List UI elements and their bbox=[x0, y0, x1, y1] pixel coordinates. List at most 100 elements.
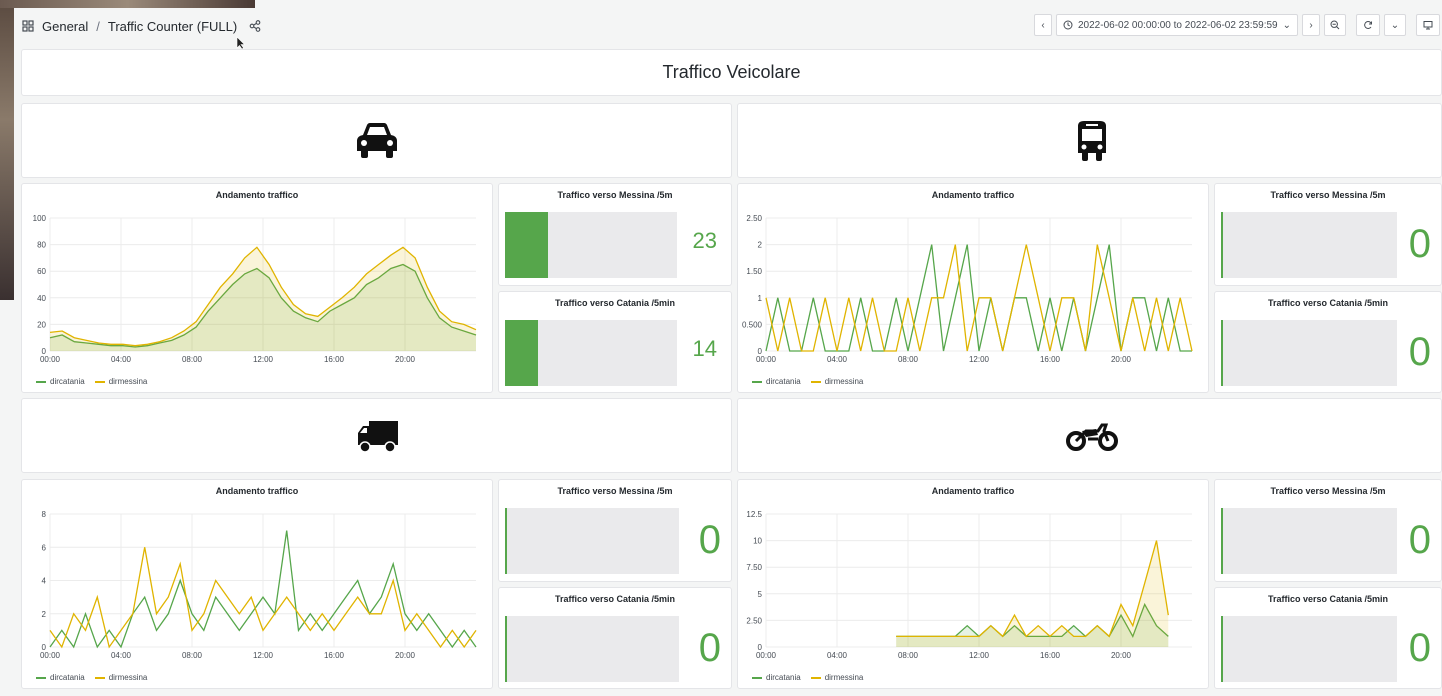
share-icon[interactable] bbox=[249, 20, 261, 32]
car-chart-panel: Andamento traffico 0 20 40 60 80 100 00:00 04:0… bbox=[21, 183, 493, 393]
mouse-cursor-icon bbox=[236, 36, 246, 50]
bus-icon-panel bbox=[737, 103, 1442, 178]
car-icon bbox=[357, 123, 397, 158]
y-tick-label: 20 bbox=[37, 320, 46, 329]
y-tick-label: 10 bbox=[753, 537, 762, 546]
car-icon-panel bbox=[21, 103, 732, 178]
background-photo-edge bbox=[0, 0, 14, 300]
stat-value: 0 bbox=[698, 518, 721, 562]
stat-value: 0 bbox=[698, 626, 721, 670]
x-tick-label: 12:00 bbox=[969, 651, 990, 660]
stat-panel-moto-messina: Traffico verso Messina /5m 0 bbox=[1214, 479, 1442, 582]
x-tick-label: 16:00 bbox=[1040, 355, 1061, 364]
time-range-picker[interactable]: 2022-06-02 00:00:00 to 2022-06-02 23:59:… bbox=[1056, 14, 1298, 36]
car-traffic-chart[interactable]: 02040608010000:00 04:00 08:00 12:00 16:00 20:… bbox=[22, 206, 494, 366]
legend-item-dirmessina[interactable]: dirmessina bbox=[810, 673, 863, 682]
stat-gauge bbox=[1221, 616, 1397, 682]
chart-title: Andamento traffico bbox=[931, 486, 1015, 496]
x-tick-label: 00:00 bbox=[40, 355, 61, 364]
motorcycle-icon bbox=[1066, 423, 1118, 451]
zoom-out-button[interactable] bbox=[1324, 14, 1346, 36]
series-area-dirmessina bbox=[50, 247, 476, 351]
time-back-button[interactable]: ‹ bbox=[1034, 14, 1052, 36]
y-tick-label: 80 bbox=[37, 241, 46, 250]
x-tick-label: 00:00 bbox=[756, 651, 777, 660]
chart-title: Andamento traffico bbox=[931, 190, 1015, 200]
page-title: Traffico Veicolare bbox=[662, 62, 801, 82]
y-tick-label: 2 bbox=[758, 241, 763, 250]
time-forward-button[interactable]: › bbox=[1302, 14, 1320, 36]
stat-panel-car-messina: Traffico verso Messina /5m 23 bbox=[498, 183, 732, 286]
x-tick-label: 20:00 bbox=[1111, 355, 1132, 364]
bus-traffic-chart[interactable]: 00.50011.5022.5000:00 04:00 08:00 12:00 16:0… bbox=[738, 206, 1210, 366]
stat-gauge bbox=[505, 616, 679, 682]
stat-gauge-fill bbox=[505, 320, 538, 386]
tv-mode-button[interactable] bbox=[1416, 14, 1440, 36]
stat-value: 0 bbox=[1408, 330, 1431, 374]
y-tick-label: 60 bbox=[37, 267, 46, 276]
y-tick-label: 40 bbox=[37, 294, 46, 303]
breadcrumb: General / Traffic Counter (FULL) bbox=[42, 19, 237, 34]
x-tick-label: 20:00 bbox=[395, 355, 416, 364]
stat-gauge bbox=[505, 320, 677, 386]
stat-panel-bus-catania: Traffico verso Catania /5min 0 bbox=[1214, 291, 1442, 393]
y-tick-label: 6 bbox=[42, 543, 47, 552]
stat-title: Traffico verso Catania /5min bbox=[554, 594, 676, 604]
stat-gauge bbox=[505, 508, 679, 574]
monitor-icon bbox=[1423, 21, 1433, 30]
stat-title: Traffico verso Messina /5m bbox=[557, 486, 673, 496]
legend-item-dirmessina[interactable]: dirmessina bbox=[810, 377, 863, 386]
y-tick-label: 0.500 bbox=[742, 320, 763, 329]
refresh-button[interactable] bbox=[1356, 14, 1380, 36]
stat-value: 23 bbox=[692, 228, 717, 253]
y-tick-label: 2.50 bbox=[746, 214, 762, 223]
time-controls: ‹ 2022-06-02 00:00:00 to 2022-06-02 23:5… bbox=[1034, 14, 1440, 36]
truck-chart-panel: Andamento traffico 0 2 4 6 8 00:00 04:00 08:00 1… bbox=[21, 479, 493, 689]
stat-value: 14 bbox=[692, 336, 717, 361]
legend-item-dircatania[interactable]: dircatania bbox=[36, 377, 85, 386]
y-tick-label: 2.50 bbox=[746, 616, 762, 625]
background-photo-edge-top bbox=[0, 0, 255, 8]
refresh-icon bbox=[1364, 20, 1372, 29]
moto-icon-panel bbox=[737, 398, 1442, 473]
chart-title: Andamento traffico bbox=[215, 190, 299, 200]
stat-panel-bus-messina: Traffico verso Messina /5m 0 bbox=[1214, 183, 1442, 286]
breadcrumb-folder[interactable]: General bbox=[42, 19, 88, 34]
legend-item-dircatania[interactable]: dircatania bbox=[36, 673, 85, 682]
x-tick-label: 08:00 bbox=[898, 651, 919, 660]
clock-icon bbox=[1063, 20, 1073, 30]
legend-item-dircatania[interactable]: dircatania bbox=[752, 377, 801, 386]
y-tick-label: 1 bbox=[758, 294, 763, 303]
chevron-down-icon: ⌄ bbox=[1282, 19, 1291, 31]
stat-title: Traffico verso Messina /5m bbox=[557, 190, 673, 200]
stat-title: Traffico verso Messina /5m bbox=[1270, 190, 1386, 200]
x-tick-label: 08:00 bbox=[898, 355, 919, 364]
stat-gauge bbox=[1221, 212, 1397, 278]
y-tick-label: 5 bbox=[758, 590, 763, 599]
stat-gauge bbox=[1221, 508, 1397, 574]
stat-value: 0 bbox=[1408, 518, 1431, 562]
x-tick-label: 00:00 bbox=[40, 651, 61, 660]
refresh-interval-button[interactable]: ⌄ bbox=[1384, 14, 1406, 36]
stat-panel-car-catania: Traffico verso Catania /5min 14 bbox=[498, 291, 732, 393]
truck-traffic-chart[interactable]: 0246800:00 04:00 08:00 12:00 16:00 20:00 bbox=[22, 502, 494, 662]
legend-item-dirmessina[interactable]: dirmessina bbox=[94, 377, 147, 386]
legend-item-dirmessina[interactable]: dirmessina bbox=[94, 673, 147, 682]
x-tick-label: 04:00 bbox=[827, 355, 848, 364]
moto-traffic-chart[interactable]: 02.5057.501012.500:00 04:00 08:00 12:00 16:0… bbox=[738, 502, 1210, 662]
x-tick-label: 20:00 bbox=[395, 651, 416, 660]
legend-item-dircatania[interactable]: dircatania bbox=[752, 673, 801, 682]
bus-chart-panel: Andamento traffico 0 0.500 1 1.50 2 2.50 00:00… bbox=[737, 183, 1209, 393]
bus-icon bbox=[1078, 121, 1106, 161]
y-tick-label: 100 bbox=[33, 214, 47, 223]
stat-gauge bbox=[505, 212, 677, 278]
x-tick-label: 04:00 bbox=[111, 651, 132, 660]
breadcrumb-separator: / bbox=[96, 18, 100, 34]
breadcrumb-dashboard[interactable]: Traffic Counter (FULL) bbox=[108, 19, 237, 34]
chart-legend: dircatania dirmessina bbox=[36, 673, 147, 682]
chart-legend: dircatania dirmessina bbox=[36, 377, 147, 386]
x-tick-label: 04:00 bbox=[111, 355, 132, 364]
stat-panel-truck-catania: Traffico verso Catania /5min 0 bbox=[498, 587, 732, 689]
moto-chart-panel: Andamento traffico 0 2.50 5 7.50 10 12.5 00:00… bbox=[737, 479, 1209, 689]
dashboard-grid-icon[interactable] bbox=[22, 20, 34, 32]
